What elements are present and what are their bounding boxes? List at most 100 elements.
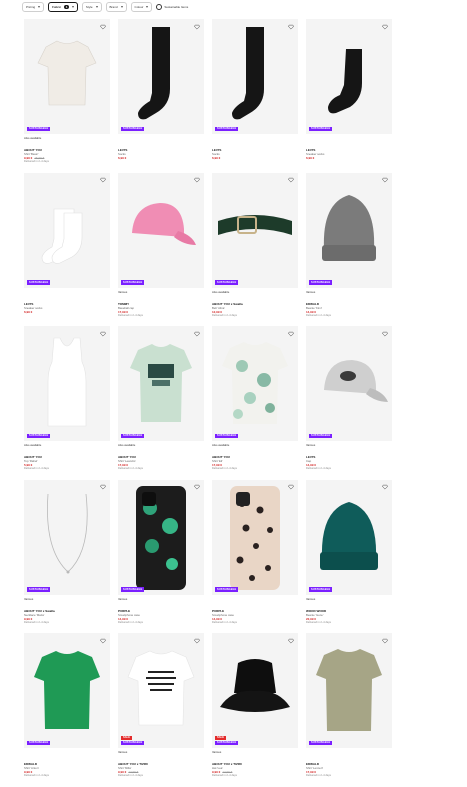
filter-label: Style	[85, 5, 93, 9]
delivery-text: Delivered in 2–4 days	[306, 620, 331, 624]
product-image[interactable]: SUSTAINABLE	[212, 19, 298, 134]
product-image[interactable]: SUSTAINABLE	[306, 633, 392, 748]
heart-icon[interactable]	[99, 23, 106, 30]
product-image[interactable]: SUSTAINABLE	[306, 172, 392, 288]
product-info: EDWALD Shirt 'Anton' 9,99 € Delivered in…	[24, 748, 110, 778]
product-card[interactable]: SUSTAINABLE EDWALD Shirt 'Lennert' 17,99…	[306, 633, 392, 787]
product-card[interactable]: SUSTAINABLE LEVI'S Socks 6,99 €	[118, 19, 204, 173]
sustainable-badge: SUSTAINABLE	[27, 587, 51, 592]
price-current: 22,99 €	[306, 616, 317, 621]
product-card[interactable]: SUSTAINABLE Various TOMMY Baseball cap 1…	[118, 172, 204, 327]
product-card[interactable]: SUSTAINABLE PURPLE Smartphone case 14,99…	[212, 479, 298, 634]
heart-icon[interactable]	[99, 177, 106, 184]
product-info: Also available ABOUT YOU Shirt 'Basic' 9…	[24, 134, 110, 164]
heart-icon[interactable]	[287, 484, 294, 491]
product-card[interactable]: SUSTAINABLE LEVI'S Sneaker socks 6,99 €	[24, 172, 110, 327]
sustainable-badge: SUSTAINABLE	[27, 433, 51, 438]
heart-icon[interactable]	[287, 177, 294, 184]
product-image[interactable]: SUSTAINABLE	[306, 479, 392, 595]
filter-brand[interactable]: Brand	[105, 2, 127, 12]
mint-tshirt-image	[130, 344, 192, 422]
product-card[interactable]: SUSTAINABLE LEVI'S Sneaker socks 6,99 €	[306, 19, 392, 173]
product-card[interactable]: SUSTAINABLE Various ABOUT YOU x Swalla N…	[24, 479, 110, 634]
product-card[interactable]: SUSTAINABLE Various EDWALD Beanie 'Kimi'…	[306, 172, 392, 327]
product-image[interactable]: SUSTAINABLE	[24, 326, 110, 441]
product-card[interactable]: SUSTAINABLE Various LEVI'S Cap 14,99 € D…	[306, 326, 392, 480]
product-card[interactable]: SUSTAINABLE Various WOOD WOOD Beanie 'Ge…	[306, 479, 392, 634]
floral-tshirt-image	[222, 342, 288, 424]
heart-icon[interactable]	[99, 484, 106, 491]
product-image[interactable]: SUSTAINABLE	[24, 172, 110, 288]
product-card[interactable]: SALE SUSTAINABLE Various ABOUT YOU x TIZ…	[212, 633, 298, 787]
availability-text: Also available	[24, 136, 42, 140]
product-image[interactable]: SUSTAINABLE	[118, 479, 204, 595]
delivery-text: Delivered in 2–4 days	[306, 313, 331, 317]
product-image[interactable]: SUSTAINABLE	[212, 326, 298, 441]
product-card[interactable]: SUSTAINABLE Various PURPLE Smartphone ca…	[118, 479, 204, 634]
product-image[interactable]: SUSTAINABLE	[24, 19, 110, 134]
heart-icon[interactable]	[193, 484, 200, 491]
heart-icon[interactable]	[381, 484, 388, 491]
heart-icon[interactable]	[381, 637, 388, 644]
chevron-down-icon	[95, 6, 98, 8]
availability-text: Various	[118, 596, 128, 601]
delivery-text: Delivered in 2–4 days	[212, 620, 237, 624]
product-image[interactable]: SUSTAINABLE	[306, 19, 392, 134]
product-image[interactable]: SUSTAINABLE	[24, 479, 110, 595]
heart-icon[interactable]	[193, 637, 200, 644]
heart-icon[interactable]	[99, 637, 106, 644]
product-info: LEVI'S Sneaker socks 6,99 €	[24, 288, 110, 318]
product-info: LEVI'S Socks 6,99 €	[118, 134, 204, 164]
availability-text	[306, 750, 392, 754]
heart-icon[interactable]	[381, 23, 388, 30]
bucket-hat-image	[220, 659, 290, 712]
filter-style[interactable]: Style	[81, 2, 102, 12]
product-card[interactable]: SUSTAINABLE LEVI'S Socks 6,99 €	[212, 19, 298, 173]
heart-icon[interactable]	[99, 330, 106, 337]
product-card[interactable]: SUSTAINABLE Also available ABOUT YOU Shi…	[212, 326, 298, 480]
heart-icon[interactable]	[287, 330, 294, 337]
product-image[interactable]: SUSTAINABLE	[118, 19, 204, 134]
heart-icon[interactable]	[287, 23, 294, 30]
product-card[interactable]: SUSTAINABLE Also available ABOUT YOU Shi…	[118, 326, 204, 480]
delivery-text	[306, 160, 392, 164]
delivery-text: Delivered in 2–4 days	[24, 160, 49, 163]
sale-badge: SALE	[215, 735, 226, 740]
heart-icon[interactable]	[381, 177, 388, 184]
product-image[interactable]: SUSTAINABLE	[118, 172, 204, 288]
sustainable-badge: SUSTAINABLE	[27, 280, 51, 285]
product-image[interactable]: SUSTAINABLE	[118, 326, 204, 441]
price-current: 6,99 €	[306, 156, 315, 160]
availability-text: Various	[306, 596, 316, 601]
price-current: 9,99 €	[24, 616, 33, 621]
filter-colour[interactable]: Colour	[130, 2, 153, 12]
availability-text	[24, 750, 110, 754]
product-card[interactable]: SUSTAINABLE Also available ABOUT YOU Shi…	[24, 19, 110, 173]
product-card[interactable]: SALE SUSTAINABLE Various ABOUT YOU x TIZ…	[118, 633, 204, 787]
heart-icon[interactable]	[287, 637, 294, 644]
product-info: Also available ABOUT YOU Shirt 'Leandro'…	[118, 441, 204, 471]
filter-pricing[interactable]: Pricing	[22, 2, 45, 12]
product-image[interactable]: SUSTAINABLE	[24, 633, 110, 748]
tshirt-image	[37, 40, 97, 106]
heart-icon[interactable]	[381, 330, 388, 337]
product-image[interactable]: SALE SUSTAINABLE	[118, 633, 204, 748]
product-card[interactable]: SUSTAINABLE Also available ABOUT YOU Top…	[24, 326, 110, 480]
heart-icon[interactable]	[193, 23, 200, 30]
filter-fabric[interactable]: Fabric 1	[48, 2, 78, 12]
sustainable-badge: SUSTAINABLE	[215, 280, 239, 285]
heart-icon[interactable]	[193, 177, 200, 184]
availability-text	[212, 597, 298, 601]
product-image[interactable]: SALE SUSTAINABLE	[212, 633, 298, 748]
product-card[interactable]: SUSTAINABLE EDWALD Shirt 'Anton' 9,99 € …	[24, 633, 110, 787]
delivery-text: Delivered in 2–4 days	[212, 313, 237, 317]
product-image[interactable]: SUSTAINABLE	[212, 172, 298, 288]
product-card[interactable]: SUSTAINABLE Also available ABOUT YOU x S…	[212, 172, 298, 327]
necklace-image	[47, 493, 88, 573]
product-image[interactable]: SUSTAINABLE	[212, 479, 298, 595]
sock-image	[232, 27, 264, 120]
sustainable-toggle[interactable]: Sustainable Items	[156, 4, 188, 10]
product-image[interactable]: SUSTAINABLE	[306, 326, 392, 441]
printed-tshirt-image	[127, 650, 195, 726]
heart-icon[interactable]	[193, 330, 200, 337]
